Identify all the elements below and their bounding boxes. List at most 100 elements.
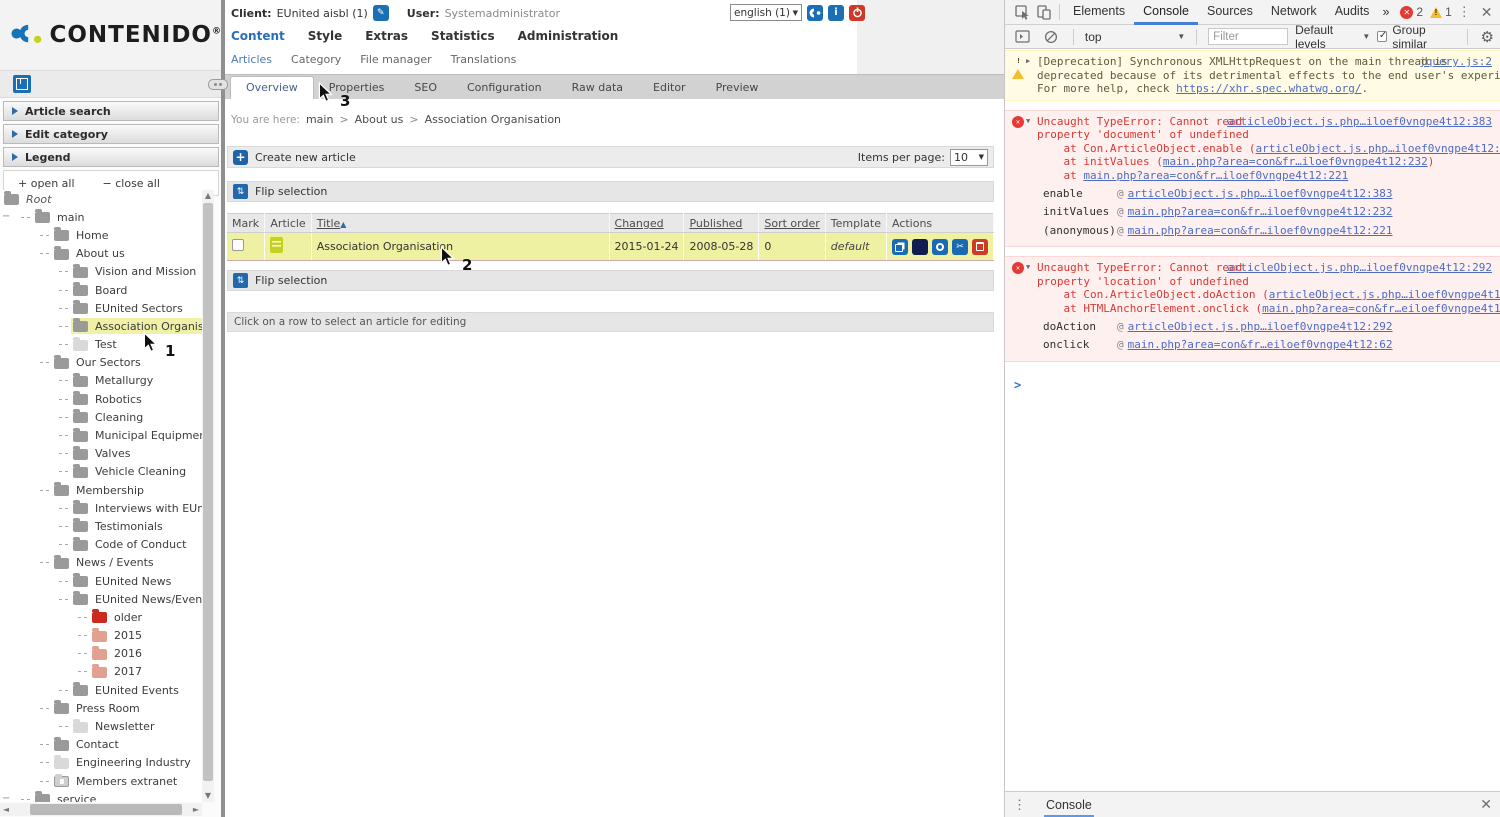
online-status-icon[interactable] — [932, 239, 948, 255]
tree-item-contact[interactable]: Contact — [0, 736, 202, 754]
devtools-tab-audits[interactable]: Audits — [1326, 0, 1379, 25]
warning-badge[interactable]: 1 — [1430, 5, 1452, 19]
group-similar-checkbox[interactable] — [1377, 31, 1387, 42]
drawer-close-icon[interactable]: ✕ — [1480, 796, 1492, 813]
tree-item-code-of-conduct[interactable]: Code of Conduct — [0, 536, 202, 554]
tree-item-root[interactable]: Root — [0, 190, 202, 208]
tree-item-board[interactable]: Board — [0, 281, 202, 299]
duplicate-article-icon[interactable] — [892, 239, 908, 255]
flip-selection-link[interactable]: Flip selection — [255, 274, 327, 287]
tree-item-eunited-news-events-arch[interactable]: EUnited News/Events Arch — [0, 590, 202, 608]
menu-style[interactable]: Style — [308, 29, 342, 43]
group-similar-toggle[interactable]: Group similar — [1377, 23, 1455, 51]
client-settings-icon[interactable] — [807, 5, 823, 21]
article-icon[interactable] — [270, 237, 283, 253]
inspect-element-icon[interactable] — [1013, 3, 1031, 21]
breadcrumb-item-association-organisation[interactable]: Association Organisation — [425, 113, 561, 126]
frame-source-link[interactable]: articleObject.js.php…iloef0vngpe4t12:292 — [1128, 320, 1393, 333]
tree-item-service[interactable]: −service — [0, 790, 202, 802]
tree-item-association-organisation[interactable]: Association Organisation — [0, 317, 202, 335]
tab-configuration[interactable]: Configuration — [452, 77, 557, 99]
column-header-published[interactable]: Published — [684, 214, 759, 233]
frame-source-link[interactable]: main.php?area=con&fr…eiloef0vngpe4t12:62 — [1128, 338, 1393, 351]
devtools-tab-elements[interactable]: Elements — [1064, 0, 1134, 25]
tree-item-municipal-equipment[interactable]: Municipal Equipment — [0, 426, 202, 444]
info-icon[interactable]: i — [828, 5, 844, 21]
devtools-close-icon[interactable]: ✕ — [1481, 4, 1493, 21]
console-message-error[interactable]: ✕▼articleObject.js.php…iloef0vngpe4t12:2… — [1005, 256, 1500, 362]
more-tabs-chevron[interactable]: » — [1378, 0, 1393, 24]
menu-content[interactable]: Content — [231, 29, 285, 43]
console-prompt[interactable]: > — [1005, 371, 1500, 392]
flip-selection-link[interactable]: Flip selection — [255, 185, 327, 198]
article-title-cell[interactable]: Association Organisation — [311, 233, 609, 261]
tree-item-newsletter[interactable]: Newsletter — [0, 717, 202, 735]
tree-item-home[interactable]: Home — [0, 226, 202, 244]
panel-header-edit-category[interactable]: Edit category — [3, 124, 219, 144]
scroll-up-arrow[interactable]: ▲ — [202, 190, 214, 202]
breadcrumb-item-about-us[interactable]: About us — [355, 113, 404, 126]
submenu-articles[interactable]: Articles — [231, 53, 272, 66]
clear-console-icon[interactable] — [1042, 28, 1060, 46]
article-row[interactable]: Association Organisation2015-01-242008-0… — [227, 233, 994, 261]
hscroll-thumb[interactable] — [30, 804, 182, 815]
panel-header-article-search[interactable]: Article search — [3, 101, 219, 121]
tree-item-vision-and-mission[interactable]: Vision and Mission — [0, 263, 202, 281]
delete-article-icon[interactable] — [972, 239, 988, 255]
tree-horizontal-scrollbar[interactable]: ◄ ► — [0, 803, 202, 816]
devtools-menu-icon[interactable]: ⋮ — [1458, 4, 1471, 20]
tree-item-interviews-with-eunited-m[interactable]: Interviews with EUnited m — [0, 499, 202, 517]
console-sidebar-icon[interactable] — [1013, 28, 1031, 46]
language-select[interactable]: english (1)▼ — [730, 4, 802, 21]
console-filter-input[interactable]: Filter — [1208, 28, 1288, 45]
tree-item-vehicle-cleaning[interactable]: Vehicle Cleaning — [0, 463, 202, 481]
menu-administration[interactable]: Administration — [518, 29, 619, 43]
console-message-warning[interactable]: ▶jquery.js:2[Deprecation] Synchronous XM… — [1005, 50, 1500, 101]
tab-seo[interactable]: SEO — [399, 77, 452, 99]
stack-source-link[interactable]: articleObject.js.php…iloef0vngpe4t12:292 — [1269, 288, 1500, 301]
tree-item-valves[interactable]: Valves — [0, 445, 202, 463]
submenu-translations[interactable]: Translations — [451, 53, 517, 66]
console-message-error[interactable]: ✕▼articleObject.js.php…iloef0vngpe4t12:3… — [1005, 110, 1500, 248]
column-header-sort-order[interactable]: Sort order — [759, 214, 825, 233]
frame-source-link[interactable]: main.php?area=con&fr…iloef0vngpe4t12:232 — [1128, 205, 1393, 218]
edit-client-icon[interactable]: ✎ — [373, 5, 389, 21]
create-article-button[interactable]: Create new article — [255, 151, 356, 164]
collapse-toggle[interactable]: − — [2, 793, 10, 802]
tree-item-main[interactable]: −main — [0, 208, 202, 226]
stack-source-link[interactable]: main.php?area=con&fr…eiloef0vngpe4t12:62 — [1262, 302, 1500, 315]
submenu-category[interactable]: Category — [291, 53, 341, 66]
settings-gear-icon[interactable]: ⚙ — [1481, 28, 1494, 46]
frame-source-link[interactable]: main.php?area=con&fr…iloef0vngpe4t12:221 — [1128, 224, 1393, 237]
tab-raw-data[interactable]: Raw data — [557, 77, 638, 99]
tab-preview[interactable]: Preview — [701, 77, 774, 99]
error-badge[interactable]: ✕ 2 — [1400, 5, 1423, 19]
mark-checkbox[interactable] — [232, 239, 244, 251]
submenu-file-manager[interactable]: File manager — [360, 53, 431, 66]
tree-item-robotics[interactable]: Robotics — [0, 390, 202, 408]
tree-vertical-scrollbar[interactable]: ▲ ▼ — [202, 190, 214, 802]
devtools-tab-console[interactable]: Console — [1134, 0, 1198, 25]
tree-item-2016[interactable]: 2016 — [0, 645, 202, 663]
stack-source-link[interactable]: articleObject.js.php…iloef0vngpe4t12:383 — [1256, 142, 1500, 155]
tab-editor[interactable]: Editor — [638, 77, 701, 99]
column-header-title[interactable]: Title▲ — [311, 214, 609, 233]
column-header-changed[interactable]: Changed — [609, 214, 684, 233]
tree-item-cleaning[interactable]: Cleaning — [0, 408, 202, 426]
close-all-link[interactable]: − close all — [103, 177, 160, 190]
log-levels-select[interactable]: Default levels▼ — [1295, 23, 1370, 51]
source-location-link[interactable]: articleObject.js.php…iloef0vngpe4t12:292 — [1227, 261, 1492, 274]
tree-item-news-events[interactable]: News / Events — [0, 554, 202, 572]
tree-item-testimonials[interactable]: Testimonials — [0, 517, 202, 535]
stack-source-link[interactable]: main.php?area=con&fr…iloef0vngpe4t12:221 — [1083, 169, 1348, 182]
tree-item-about-us[interactable]: About us — [0, 245, 202, 263]
scroll-left-arrow[interactable]: ◄ — [0, 803, 12, 816]
tab-overview[interactable]: Overview — [230, 76, 314, 99]
tree-item-engineering-industry[interactable]: Engineering Industry — [0, 754, 202, 772]
stack-source-link[interactable]: main.php?area=con&fr…iloef0vngpe4t12:232 — [1163, 155, 1428, 168]
tree-item-membership[interactable]: Membership — [0, 481, 202, 499]
cut-article-icon[interactable]: ✂ — [952, 239, 968, 255]
device-toolbar-icon[interactable] — [1035, 3, 1053, 21]
collapse-toggle[interactable]: − — [2, 211, 10, 222]
tree-item-eunited-events[interactable]: EUnited Events — [0, 681, 202, 699]
